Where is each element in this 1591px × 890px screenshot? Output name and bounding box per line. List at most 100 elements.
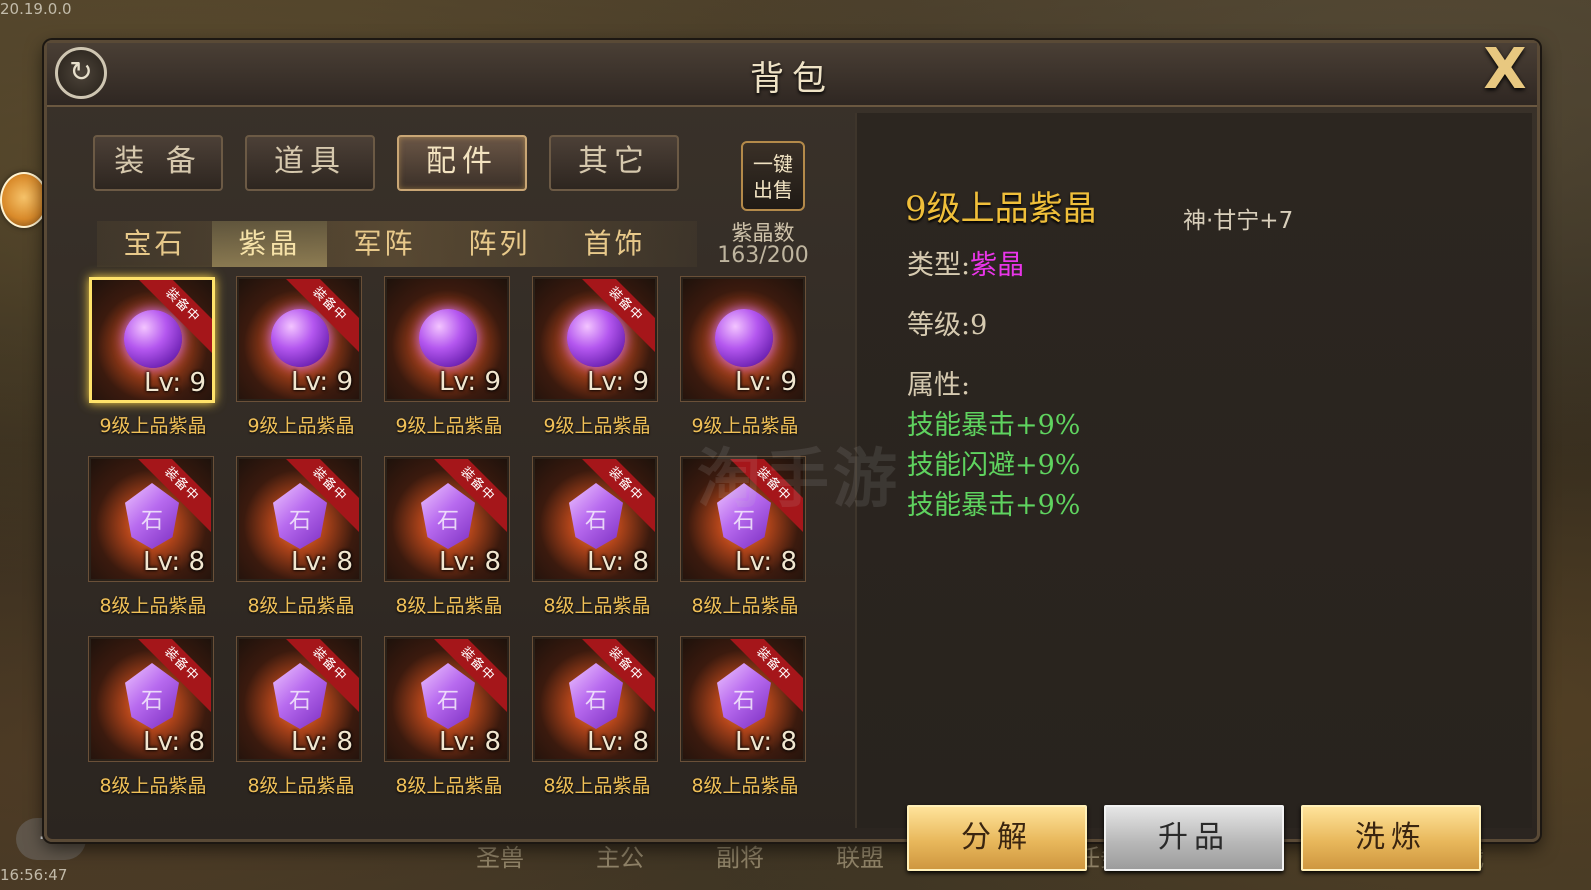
crystal-glyph: 石 — [140, 689, 163, 714]
item-slot[interactable]: 石装备中 Lv: 8 8级上品紫晶 — [83, 457, 231, 637]
item-icon-frame[interactable]: 装备中 Lv: 9 — [89, 277, 215, 403]
item-icon-frame[interactable]: 石装备中 Lv: 8 — [681, 637, 805, 761]
crystal-glyph: 石 — [436, 689, 459, 714]
item-icon-frame[interactable]: Lv: 9 — [385, 277, 509, 401]
purple-orb-icon — [419, 309, 477, 367]
category-tab[interactable]: 装 备 — [93, 135, 223, 191]
item-icon-frame[interactable]: 石装备中 Lv: 8 — [89, 457, 213, 581]
item-name: 8级上品紫晶 — [395, 595, 503, 617]
item-row: 石装备中 Lv: 8 8级上品紫晶 石装备中 Lv: 8 8级上品紫晶 石装备中 Lv: 8 8… — [83, 637, 853, 817]
refine-button[interactable]: 洗炼 — [1301, 805, 1481, 871]
item-name: 8级上品紫晶 — [691, 595, 799, 617]
version-label: 20.19.0.0 — [0, 0, 72, 18]
item-level: Lv: 8 — [586, 727, 649, 757]
item-slot[interactable]: 石装备中 Lv: 8 8级上品紫晶 — [231, 637, 379, 817]
detail-attribute: 技能暴击+9% — [907, 410, 1081, 441]
item-icon-frame[interactable]: Lv: 9 — [681, 277, 805, 401]
item-level: Lv: 8 — [438, 727, 501, 757]
item-slot[interactable]: 石装备中 Lv: 8 8级上品紫晶 — [231, 457, 379, 637]
item-icon-frame[interactable]: 石装备中 Lv: 8 — [237, 637, 361, 761]
bottom-nav-item[interactable]: 联盟 — [800, 838, 920, 878]
item-level: Lv: 8 — [290, 547, 353, 577]
sub-category-tab[interactable]: 紫晶 — [212, 221, 327, 267]
crystal-glyph: 石 — [288, 689, 311, 714]
item-slot[interactable]: 石装备中 Lv: 8 8级上品紫晶 — [675, 637, 823, 817]
sub-category-tab[interactable]: 阵列 — [442, 221, 557, 267]
sub-category-tab[interactable]: 军阵 — [327, 221, 442, 267]
item-slot[interactable]: 石装备中 Lv: 8 8级上品紫晶 — [527, 637, 675, 817]
item-name: 8级上品紫晶 — [395, 775, 503, 797]
detail-level-row: 等级:9 — [907, 303, 987, 342]
detail-item-title: 9级上品紫晶 — [905, 189, 1097, 229]
item-icon-frame[interactable]: 石装备中 Lv: 8 — [533, 457, 657, 581]
detail-attribute: 技能暴击+9% — [907, 490, 1081, 521]
close-button[interactable]: X — [1477, 42, 1533, 99]
item-level: Lv: 9 — [734, 367, 797, 397]
purple-orb-icon — [271, 309, 329, 367]
item-icon-frame[interactable]: 石装备中 Lv: 8 — [385, 457, 509, 581]
item-name: 8级上品紫晶 — [99, 775, 207, 797]
item-level: Lv: 8 — [734, 727, 797, 757]
detail-attribute: 技能闪避+9% — [907, 450, 1081, 481]
crystal-glyph: 石 — [584, 509, 607, 534]
item-name: 8级上品紫晶 — [691, 775, 799, 797]
one-click-sell-button[interactable]: 一键 出售 — [741, 141, 805, 211]
item-level: Lv: 9 — [438, 367, 501, 397]
purple-orb-icon — [124, 310, 182, 368]
item-slot[interactable]: 装备中 Lv: 9 9级上品紫晶 — [83, 277, 231, 457]
category-tabs: 装 备道具 配件 其它 — [93, 135, 679, 191]
detail-level-label: 等级: — [907, 310, 971, 341]
decompose-button[interactable]: 分解 — [907, 805, 1087, 871]
crystal-glyph: 石 — [732, 689, 755, 714]
category-tab[interactable]: 其它 — [549, 135, 679, 191]
item-icon-frame[interactable]: 石装备中 Lv: 8 — [237, 457, 361, 581]
crystal-glyph: 石 — [436, 509, 459, 534]
backpack-panel: ↻ 背包 X 装 备道具 配件 其它 一键 出售 紫晶数 163/200 宝石 紫晶军… — [44, 40, 1540, 871]
item-slot[interactable]: 装备中 Lv: 9 9级上品紫晶 — [527, 277, 675, 457]
item-name: 9级上品紫晶 — [99, 415, 207, 437]
cat-avatar-icon[interactable] — [0, 172, 48, 228]
item-slot[interactable]: 石装备中 Lv: 8 8级上品紫晶 — [83, 637, 231, 817]
item-level: Lv: 9 — [586, 367, 649, 397]
detail-type-value: 紫晶 — [970, 250, 1025, 281]
watermark: 淘手游 — [697, 443, 901, 517]
sub-category-tab[interactable]: 宝石 — [97, 221, 212, 267]
crystal-count-value: 163/200 — [717, 243, 809, 268]
bottom-nav-item[interactable]: 主公 — [560, 838, 680, 878]
crystal-glyph: 石 — [584, 689, 607, 714]
item-name: 8级上品紫晶 — [99, 595, 207, 617]
item-level: Lv: 8 — [290, 727, 353, 757]
item-level: Lv: 9 — [290, 367, 353, 397]
item-icon-frame[interactable]: 石装备中 Lv: 8 — [533, 637, 657, 761]
detail-level-value: 9 — [970, 310, 988, 341]
item-level: Lv: 8 — [734, 547, 797, 577]
clock-label: 16:56:47 — [0, 866, 68, 884]
upgrade-grade-button[interactable]: 升品 — [1104, 805, 1284, 871]
item-slot[interactable]: 石装备中 Lv: 8 8级上品紫晶 — [379, 457, 527, 637]
sub-category-tab[interactable]: 首饰 — [557, 221, 672, 267]
crystal-glyph: 石 — [140, 509, 163, 534]
item-icon-frame[interactable]: 石装备中 Lv: 8 — [89, 637, 213, 761]
crystal-glyph: 石 — [288, 509, 311, 534]
panel-title: 背包 — [750, 59, 834, 99]
item-slot[interactable]: 石装备中 Lv: 8 8级上品紫晶 — [527, 457, 675, 637]
bottom-nav-item[interactable]: 圣兽 — [440, 838, 560, 878]
sell-label-line1: 一键 — [753, 152, 793, 176]
item-slot[interactable]: Lv: 9 9级上品紫晶 — [379, 277, 527, 457]
sub-category-tabs: 宝石 紫晶 军阵 阵列 首饰 — [97, 221, 697, 267]
item-level: Lv: 8 — [142, 727, 205, 757]
item-slot[interactable]: 石装备中 Lv: 8 8级上品紫晶 — [379, 637, 527, 817]
item-name: 8级上品紫晶 — [247, 775, 355, 797]
detail-type-label: 类型: — [907, 250, 971, 281]
category-tab[interactable]: 道具 — [245, 135, 375, 191]
category-tab[interactable]: 配件 — [397, 135, 527, 191]
item-icon-frame[interactable]: 装备中 Lv: 9 — [237, 277, 361, 401]
item-level: Lv: 8 — [142, 547, 205, 577]
item-slot[interactable]: 装备中 Lv: 9 9级上品紫晶 — [231, 277, 379, 457]
item-icon-frame[interactable]: 装备中 Lv: 9 — [533, 277, 657, 401]
bottom-nav-item[interactable]: 副将 — [680, 838, 800, 878]
detail-type-row: 类型:紫晶 — [907, 243, 1024, 282]
item-name: 9级上品紫晶 — [395, 415, 503, 437]
item-icon-frame[interactable]: 石装备中 Lv: 8 — [385, 637, 509, 761]
purple-orb-icon — [567, 309, 625, 367]
